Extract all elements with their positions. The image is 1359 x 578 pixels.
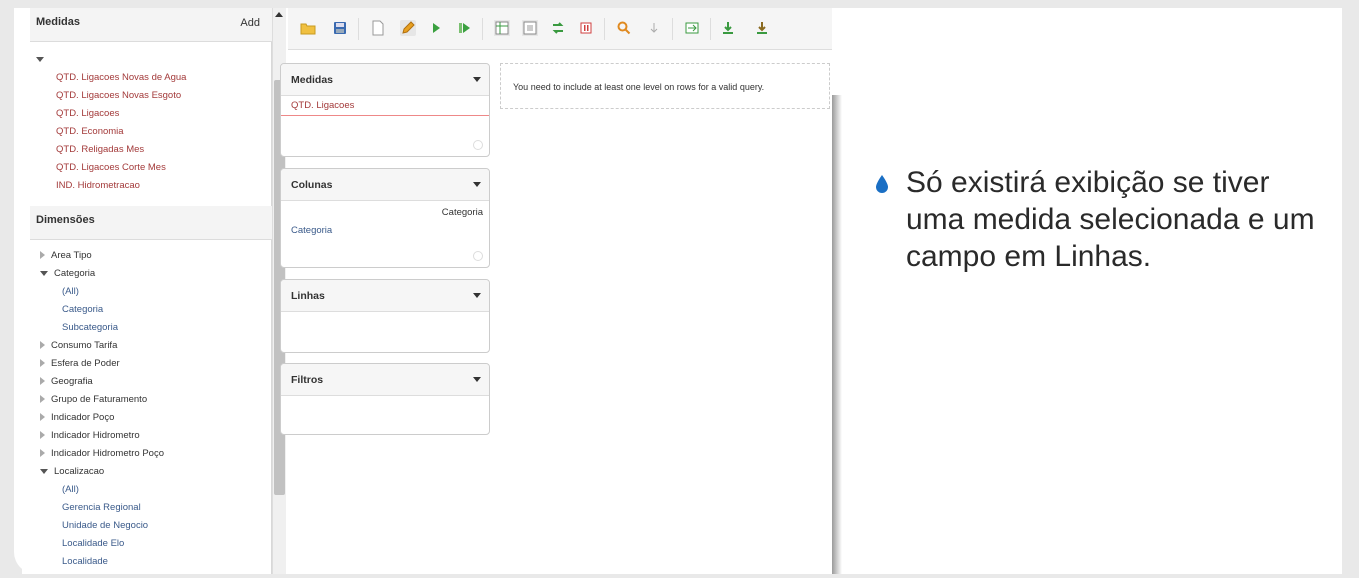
query-message-text: You need to include at least one level o… (513, 82, 765, 92)
toolbar-separator (710, 18, 711, 40)
toolbar-separator (358, 18, 359, 40)
zone-measure-item[interactable]: QTD. Ligacoes (281, 96, 489, 116)
zone-filtros-header: Filtros (281, 364, 489, 396)
collapse-icon (40, 468, 48, 474)
zone-medidas[interactable]: Medidas QTD. Ligacoes (280, 63, 490, 157)
dimensions-header-label: Dimensões (36, 214, 95, 226)
chevron-down-icon[interactable] (473, 182, 481, 187)
expand-icon (40, 377, 45, 386)
measures-collapse-icon[interactable] (36, 57, 44, 62)
expand-icon (40, 431, 45, 440)
expand-icon (40, 359, 45, 368)
expand-icon (40, 413, 45, 422)
zone-filtros[interactable]: Filtros (280, 363, 490, 435)
circle-icon (473, 140, 483, 150)
edit-pencil-icon[interactable] (400, 20, 416, 36)
dimension-level[interactable]: Categoria (62, 304, 103, 315)
toolbar-separator (604, 18, 605, 40)
dimension-level[interactable]: Localidade Elo (62, 538, 124, 549)
zone-title: Medidas (291, 74, 334, 86)
export-icon[interactable] (684, 20, 700, 36)
add-button[interactable]: Add (240, 17, 260, 29)
measures-header: Medidas Add (30, 8, 272, 42)
toolbar-separator (672, 18, 673, 40)
expand-icon (40, 341, 45, 350)
zone-colunas[interactable]: Colunas Categoria Categoria (280, 168, 490, 268)
download-icon[interactable] (720, 20, 736, 36)
dimension-level[interactable]: (All) (62, 484, 79, 495)
swap-icon[interactable] (550, 20, 566, 36)
expand-icon (40, 395, 45, 404)
dimension-item[interactable]: Indicador Hidrometro (40, 430, 140, 441)
toolbar-separator (482, 18, 483, 40)
pause-icon[interactable] (578, 20, 594, 36)
expand-icon (40, 449, 45, 458)
zone-linhas[interactable]: Linhas (280, 279, 490, 353)
save-icon[interactable] (332, 20, 348, 36)
dimension-level[interactable]: Gerencia Regional (62, 502, 141, 513)
dimension-item[interactable]: Grupo de Faturamento (40, 394, 147, 405)
dimension-item[interactable]: Categoria (40, 268, 95, 279)
scroll-up-icon[interactable] (275, 12, 283, 17)
dimension-level[interactable]: Unidade de Negocio (62, 520, 148, 531)
download-alt-icon[interactable] (754, 20, 770, 36)
dimension-item[interactable]: Esfera de Poder (40, 358, 120, 369)
open-folder-icon[interactable] (300, 20, 316, 36)
left-panel: Medidas Add QTD. Ligacoes Novas de Agua … (30, 8, 272, 574)
zone-title: Colunas (291, 179, 333, 191)
dimension-item[interactable]: Consumo Tarifa (40, 340, 117, 351)
dimension-item[interactable]: Indicador Poço (40, 412, 114, 423)
measure-item[interactable]: QTD. Ligacoes Corte Mes (56, 162, 166, 173)
measure-item[interactable]: IND. Hidrometracao (56, 180, 140, 191)
dimension-level[interactable]: Subcategoria (62, 322, 118, 333)
measure-item[interactable]: QTD. Religadas Mes (56, 144, 144, 155)
zone-colunas-header: Colunas (281, 169, 489, 201)
chevron-down-icon[interactable] (473, 377, 481, 382)
measure-item[interactable]: QTD. Ligacoes Novas Esgoto (56, 90, 181, 101)
dimensions-header: Dimensões (30, 206, 272, 240)
zoom-icon[interactable] (616, 20, 632, 36)
run-icon[interactable] (428, 20, 444, 36)
zone-title: Filtros (291, 374, 324, 386)
dimension-item[interactable]: Area Tipo (40, 250, 92, 261)
zone-title: Linhas (291, 290, 325, 302)
circle-icon (473, 251, 483, 261)
run-step-icon[interactable] (456, 20, 472, 36)
new-document-icon[interactable] (370, 20, 386, 36)
dimension-level[interactable]: Localidade (62, 556, 108, 567)
toolbar (288, 8, 832, 50)
measures-header-label: Medidas (36, 16, 81, 28)
slide-bullet-text: Só existirá exibição se tiver uma medida… (906, 166, 1315, 273)
measure-item[interactable]: QTD. Economia (56, 126, 124, 137)
dimension-item[interactable]: Localizacao (40, 466, 104, 477)
collapse-icon (40, 270, 48, 276)
expand-icon (40, 251, 45, 260)
grid-icon[interactable] (522, 20, 538, 36)
dimension-item[interactable]: Indicador Hidrometro Poço (40, 448, 164, 459)
zone-column-label: Categoria (441, 207, 483, 218)
measure-item[interactable]: QTD. Ligacoes Novas de Agua (56, 72, 186, 83)
frame-edge-bottom (0, 574, 1359, 578)
app-screenshot: Medidas Add QTD. Ligacoes Novas de Agua … (22, 8, 832, 574)
zone-column-item[interactable]: Categoria (291, 225, 332, 236)
zone-linhas-header: Linhas (281, 280, 489, 312)
zone-medidas-header: Medidas (281, 64, 489, 96)
dimension-item[interactable]: Geografia (40, 376, 93, 387)
water-drop-icon (876, 175, 888, 193)
table-icon[interactable] (494, 20, 510, 36)
chevron-down-icon[interactable] (473, 293, 481, 298)
chevron-down-icon[interactable] (473, 77, 481, 82)
dimension-level[interactable]: (All) (62, 286, 79, 297)
measure-item[interactable]: QTD. Ligacoes (56, 108, 119, 119)
drill-down-icon[interactable] (646, 20, 662, 36)
screenshot-shadow (832, 95, 842, 574)
frame-edge-right (1342, 8, 1359, 578)
query-message: You need to include at least one level o… (500, 63, 830, 109)
